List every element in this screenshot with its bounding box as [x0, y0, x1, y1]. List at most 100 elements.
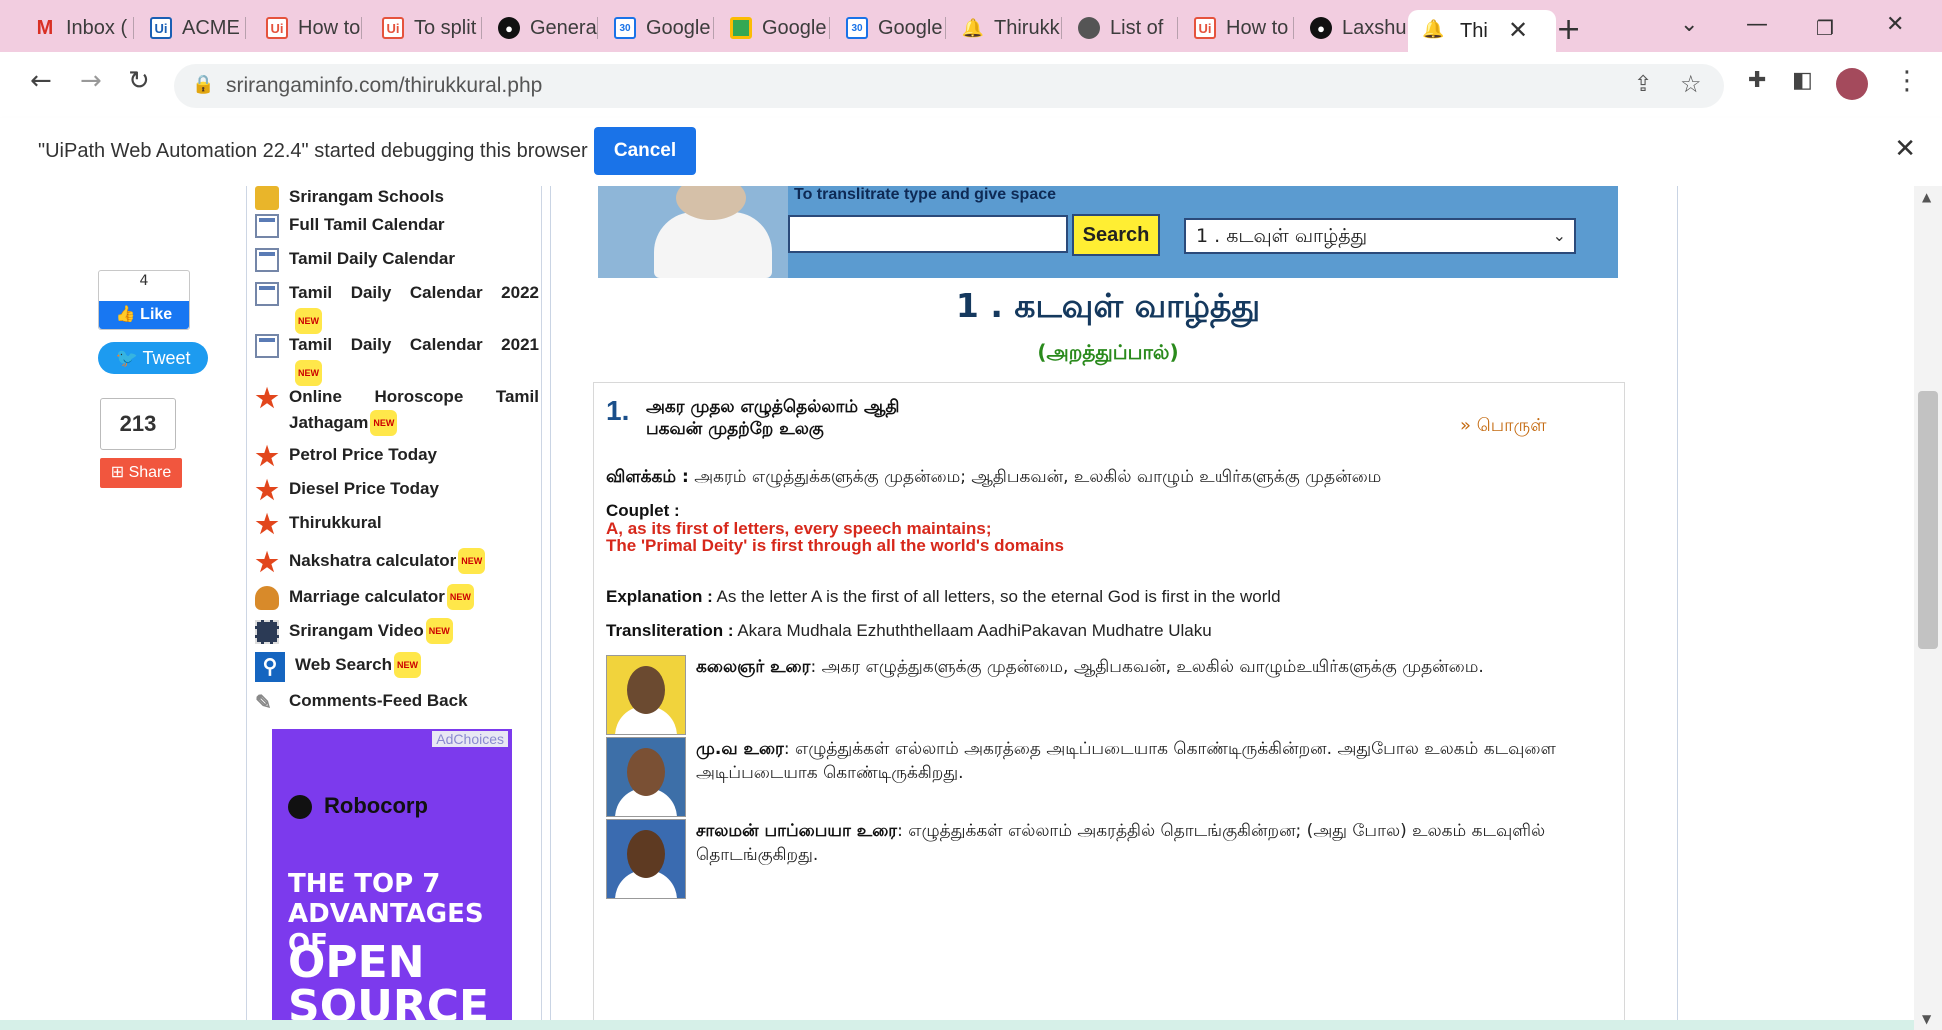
lock-icon[interactable]: 🔒: [192, 74, 214, 95]
share-count: 213: [100, 398, 176, 450]
nav-marriage-calculator[interactable]: Marriage calculator NEW: [253, 584, 537, 612]
address-bar[interactable]: 🔒 srirangaminfo.com/thirukkural.php ⇪ ☆: [174, 64, 1724, 108]
extensions-puzzle-icon[interactable]: ✚: [1748, 68, 1766, 93]
nav-full-tamil-calendar[interactable]: Full Tamil Calendar: [253, 212, 537, 240]
search-input[interactable]: [788, 215, 1068, 253]
nav-tamil-daily-calendar-2021[interactable]: Tamil Daily Calendar 2021 NEW: [253, 332, 539, 386]
adchoices-label[interactable]: AdChoices: [432, 731, 508, 747]
commentary-muva: மு.வ உரை: எழுத்துக்கள் எல்லாம் அகரத்தை அ…: [696, 739, 1556, 783]
bell-icon: 🔔: [1422, 19, 1445, 40]
nav-thirukkural[interactable]: ★ Thirukkural: [253, 510, 537, 538]
pencil-icon: ✎: [255, 692, 272, 714]
globe-icon: [1078, 17, 1100, 39]
twitter-bird-icon: 🐦: [115, 348, 143, 368]
tab-gmail[interactable]: M Inbox (: [34, 14, 134, 42]
film-icon: [255, 620, 279, 644]
school-icon: [255, 186, 279, 210]
magnifier-icon: ⚲: [255, 652, 285, 682]
kalash-icon: [255, 586, 279, 610]
page-scrollbar[interactable]: ▲ ▼: [1914, 186, 1942, 1030]
tab-thirukkural[interactable]: 🔔 Thirukk: [962, 14, 1062, 42]
nav-online-horoscope[interactable]: ★ Online Horoscope Tamil Jathagam NEW: [253, 384, 539, 436]
nav-web-search[interactable]: ⚲ Web Search NEW: [253, 652, 537, 682]
close-infobar-icon[interactable]: ✕: [1894, 134, 1916, 164]
scroll-up-icon[interactable]: ▲: [1922, 190, 1931, 204]
calendar-icon: [255, 248, 279, 272]
forward-icon[interactable]: →: [80, 66, 102, 96]
couplet-label: Couplet :: [606, 501, 680, 520]
new-badge: NEW: [425, 618, 453, 644]
chapter-select[interactable]: 1 . கடவுள் வாழ்த்து ⌄: [1184, 218, 1576, 254]
debug-message: "UiPath Web Automation 22.4" started deb…: [38, 140, 588, 162]
porul-link[interactable]: » பொருள்: [1460, 415, 1546, 438]
tab-google-classroom[interactable]: Google: [730, 14, 830, 42]
nav-diesel-price[interactable]: ★ Diesel Price Today: [253, 476, 537, 504]
nav-tamil-daily-calendar-2022[interactable]: Tamil Daily Calendar 2022 NEW: [253, 280, 539, 334]
solomon-papaiya-portrait: [606, 819, 686, 899]
kalaignar-portrait: [606, 655, 686, 735]
tab-google-calendar[interactable]: 30 Google: [614, 14, 714, 42]
google-calendar-icon: 30: [846, 17, 868, 39]
nav-tamil-daily-calendar[interactable]: Tamil Daily Calendar: [253, 246, 537, 274]
menu-kebab-icon[interactable]: ⋮: [1894, 66, 1920, 96]
search-button[interactable]: Search: [1072, 214, 1160, 256]
chapter-title: 1 . கடவுள் வாழ்த்து: [955, 286, 1261, 325]
tab-how-to-2[interactable]: Ui How to: [1194, 14, 1294, 42]
restore-icon[interactable]: ❐: [1816, 16, 1834, 40]
back-icon[interactable]: ←: [30, 66, 52, 96]
new-badge: NEW: [370, 410, 398, 436]
tab-how-to[interactable]: Ui How to: [266, 14, 362, 42]
tab-acme[interactable]: Ui ACME: [150, 14, 246, 42]
muva-portrait: [606, 737, 686, 817]
minimize-icon[interactable]: —: [1746, 12, 1768, 37]
reload-icon[interactable]: ↻: [128, 66, 150, 96]
kural-number: 1.: [606, 395, 630, 426]
new-badge: NEW: [458, 548, 486, 574]
browser-toolbar: ← → ↻ 🔒 srirangaminfo.com/thirukkural.ph…: [0, 52, 1942, 119]
tab-google-calendar-2[interactable]: 30 Google: [846, 14, 946, 42]
robocorp-logo-icon: [288, 795, 312, 819]
chevron-down-icon: ⌄: [1552, 226, 1566, 245]
nav-comments-feedback[interactable]: ✎ Comments-Feed Back: [253, 688, 537, 716]
gmail-icon: M: [36, 16, 54, 39]
bookmark-star-icon[interactable]: ☆: [1680, 70, 1702, 98]
ad-big-text: OPEN SOURCE: [288, 937, 490, 1029]
tab-search-chevron-icon[interactable]: ⌄: [1680, 12, 1698, 37]
kural-card: 1. அகர முதல எழுத்தெல்லாம் ஆதி பகவன் முதற…: [593, 382, 1625, 1030]
star-icon: ★: [255, 441, 279, 471]
profile-avatar[interactable]: [1836, 68, 1868, 100]
nav-srirangam-video[interactable]: Srirangam Video NEW: [253, 618, 537, 646]
tab-to-split[interactable]: Ui To split: [382, 14, 482, 42]
tab-active-thirukkural[interactable]: 🔔 Thi ✕: [1408, 10, 1556, 52]
uipath-icon: Ui: [382, 17, 404, 39]
share-button[interactable]: ⊞ Share: [100, 458, 182, 488]
uipath-icon: Ui: [266, 17, 288, 39]
tweet-button[interactable]: 🐦 Tweet: [98, 342, 208, 374]
tab-github-genera[interactable]: ● Genera: [498, 14, 598, 42]
tab-github-laxshu[interactable]: ● Laxshu: [1310, 14, 1406, 42]
nav-petrol-price[interactable]: ★ Petrol Price Today: [253, 442, 537, 470]
robocorp-ad[interactable]: AdChoices Robocorp The top 7 advantages …: [272, 729, 512, 1029]
new-tab-button[interactable]: +: [1556, 12, 1581, 47]
calendar-icon: [255, 334, 279, 358]
star-icon: ★: [255, 475, 279, 505]
nav-nakshatra-calculator[interactable]: ★ Nakshatra calculator NEW: [253, 548, 537, 576]
facebook-like-button[interactable]: 👍 Like: [99, 301, 189, 329]
nav-srirangam-schools[interactable]: Srirangam Schools: [253, 186, 537, 212]
window-close-icon[interactable]: ✕: [1886, 12, 1904, 37]
facebook-like-widget[interactable]: 4 👍 Like: [98, 270, 190, 330]
cancel-debug-button[interactable]: Cancel: [594, 127, 696, 175]
close-tab-icon[interactable]: ✕: [1508, 16, 1528, 44]
commentary-solomon-papaiya: சாலமன் பாப்பையா உரை: எழுத்துக்கள் எல்லாம…: [696, 821, 1546, 865]
new-badge: NEW: [295, 308, 322, 334]
url-text[interactable]: srirangaminfo.com/thirukkural.php: [226, 74, 542, 98]
github-icon: ●: [498, 17, 520, 39]
share-page-icon[interactable]: ⇪: [1634, 72, 1652, 97]
scroll-down-icon[interactable]: ▼: [1922, 1012, 1931, 1026]
scroll-thumb[interactable]: [1918, 391, 1938, 649]
tab-list-of[interactable]: List of: [1078, 14, 1178, 42]
new-badge: NEW: [446, 584, 474, 610]
star-icon: ★: [255, 547, 279, 577]
section-name: (அறத்துப்பால்): [1037, 340, 1179, 364]
side-panel-icon[interactable]: ◧: [1792, 68, 1813, 93]
